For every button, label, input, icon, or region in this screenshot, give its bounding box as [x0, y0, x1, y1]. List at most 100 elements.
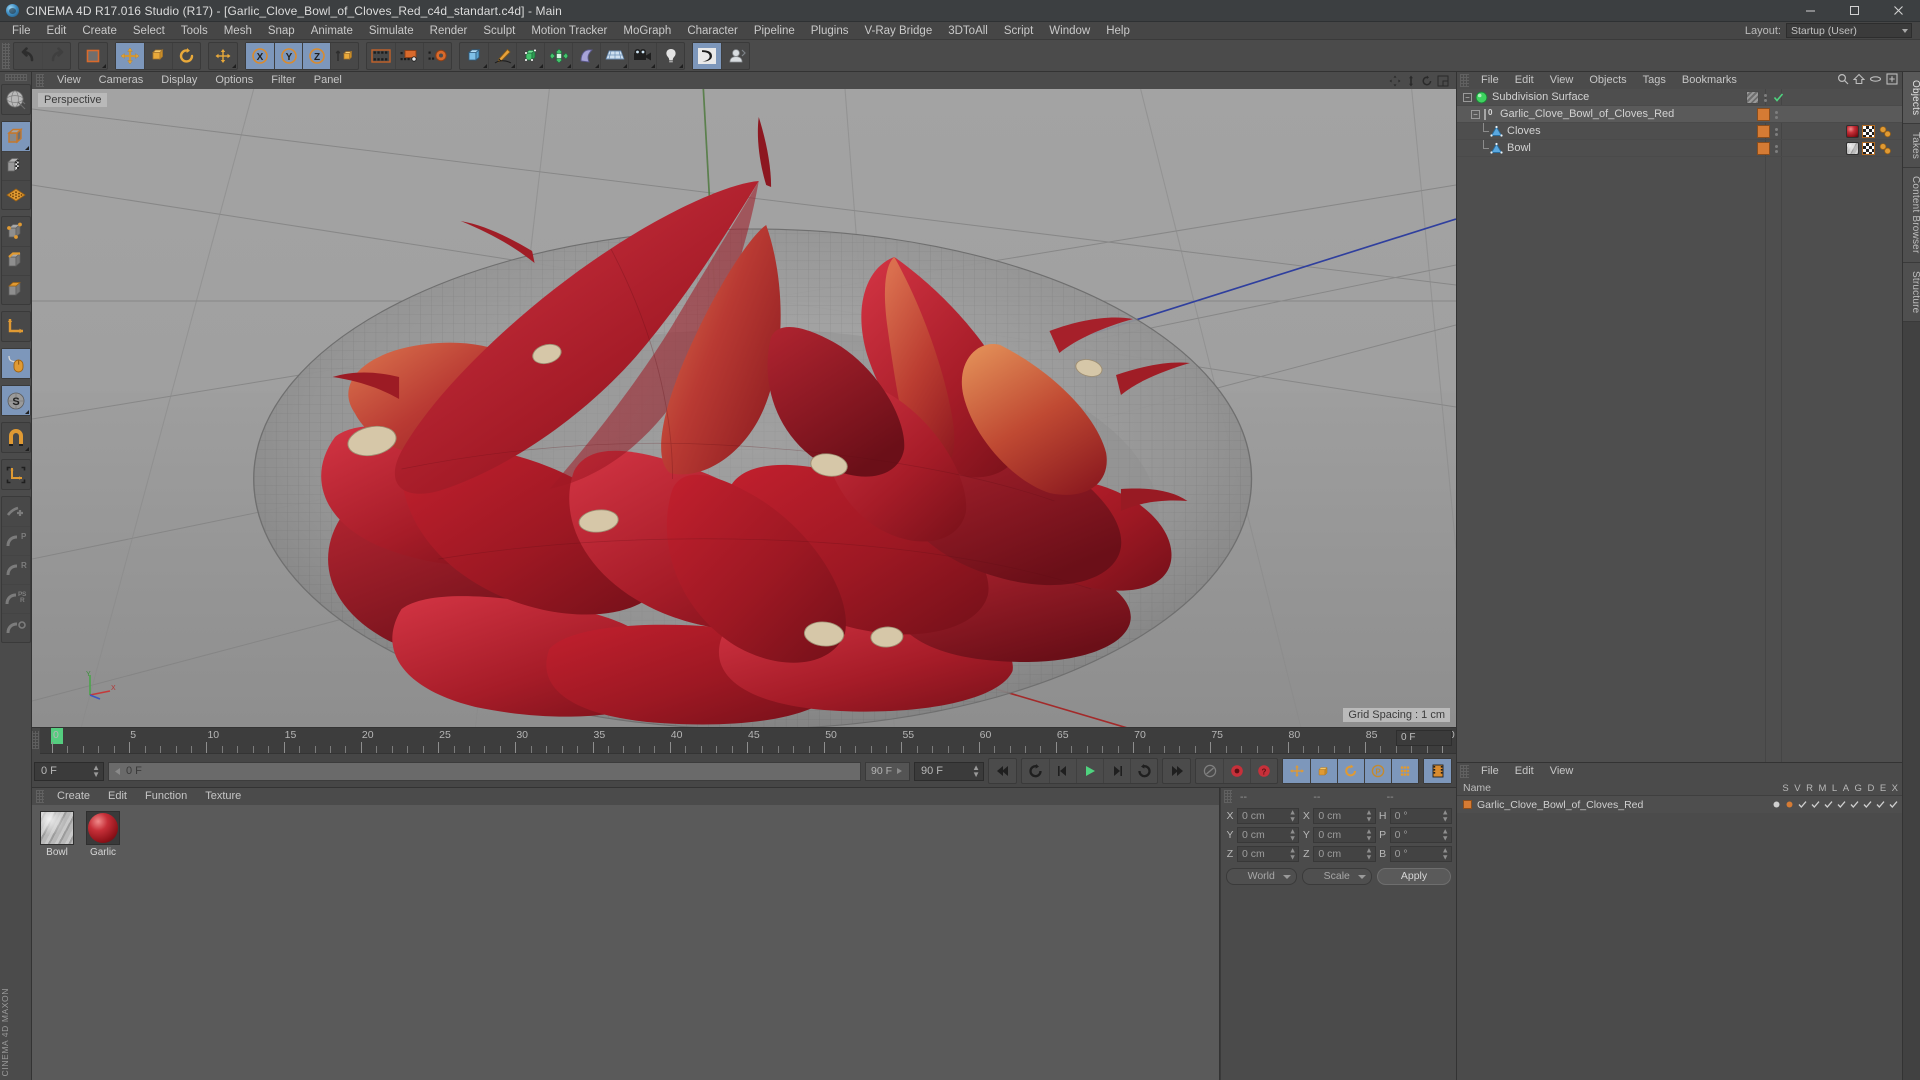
- material-item-garlic[interactable]: Garlic: [84, 811, 122, 1074]
- spinner-arrows-icon[interactable]: ▲ ▼: [1442, 846, 1449, 861]
- xpresso-check-icon[interactable]: [1889, 800, 1898, 809]
- spinner-arrows-icon[interactable]: ▲ ▼: [1289, 808, 1296, 823]
- object-menu-view[interactable]: View: [1542, 72, 1582, 89]
- flag-m[interactable]: M: [1818, 783, 1826, 794]
- rotation-h-field[interactable]: 0 ° ▲ ▼: [1389, 808, 1452, 824]
- current-frame-field[interactable]: 0 F ▲ ▼: [34, 761, 104, 781]
- object-tree[interactable]: − Subdivision Surface − 0 Garlic_Clove_B…: [1457, 89, 1902, 762]
- add-camera-button[interactable]: [628, 42, 656, 69]
- new-layer-icon[interactable]: [1886, 73, 1898, 88]
- manager-check-icon[interactable]: [1811, 800, 1820, 809]
- layer-manager-grip[interactable]: [1460, 765, 1469, 778]
- move-alt-button[interactable]: [209, 43, 237, 69]
- viewport-menu-cameras[interactable]: Cameras: [90, 72, 153, 89]
- rotation-b-field[interactable]: 0 ° ▲ ▼: [1389, 846, 1452, 862]
- menu-script[interactable]: Script: [996, 22, 1041, 40]
- uvw-tag-icon[interactable]: [1862, 125, 1875, 138]
- pla-key-button[interactable]: [1391, 759, 1418, 783]
- object-menu-file[interactable]: File: [1473, 72, 1507, 89]
- material-item-bowl[interactable]: Bowl: [38, 811, 76, 1074]
- lock-y-button[interactable]: Y: [274, 42, 302, 69]
- viewport-menu-grip[interactable]: [36, 74, 44, 87]
- check-icon[interactable]: [1773, 92, 1784, 103]
- maximize-view-icon[interactable]: [1436, 74, 1450, 88]
- material-menu-create[interactable]: Create: [48, 788, 99, 805]
- make-editable-button[interactable]: [2, 85, 30, 114]
- lock-psr-button[interactable]: PSR: [1, 584, 30, 613]
- viewport-menu-display[interactable]: Display: [152, 72, 206, 89]
- no-layer-tag-icon[interactable]: [1746, 91, 1759, 104]
- material-menu-texture[interactable]: Texture: [196, 788, 250, 805]
- object-row-garlic-clove-bowl[interactable]: − 0 Garlic_Clove_Bowl_of_Cloves_Red: [1457, 106, 1902, 123]
- move-tool-button[interactable]: [116, 42, 144, 69]
- add-cube-button[interactable]: [460, 43, 488, 69]
- flag-g[interactable]: G: [1855, 783, 1862, 794]
- material-manager-grip[interactable]: [36, 790, 44, 803]
- rotation-key-button[interactable]: [1337, 759, 1364, 783]
- enable-axis-button[interactable]: [2, 312, 30, 341]
- flag-d[interactable]: D: [1867, 783, 1874, 794]
- record-keyframe-button[interactable]: [1223, 759, 1250, 783]
- spinner-arrows-icon[interactable]: ▲ ▼: [1289, 827, 1296, 842]
- render-region-button[interactable]: [395, 42, 423, 69]
- scale-key-button[interactable]: [1310, 759, 1337, 783]
- spinner-arrows-icon[interactable]: ▲ ▼: [1289, 846, 1296, 861]
- expand-collapse-icon[interactable]: −: [1471, 109, 1480, 119]
- home-icon[interactable]: [1852, 73, 1866, 88]
- expression-check-icon[interactable]: [1876, 800, 1885, 809]
- red-material-tag-icon[interactable]: [1846, 125, 1859, 138]
- redo-button[interactable]: [42, 42, 70, 69]
- coordinates-grip[interactable]: [1224, 790, 1232, 803]
- pan-icon[interactable]: [1388, 74, 1402, 88]
- add-generator-button[interactable]: [516, 42, 544, 69]
- model-mode-button[interactable]: [1, 122, 30, 151]
- menu-animate[interactable]: Animate: [303, 22, 361, 40]
- layer-row[interactable]: Garlic_Clove_Bowl_of_Cloves_Red: [1457, 796, 1902, 813]
- edges-mode-button[interactable]: [1, 246, 30, 275]
- next-key-button[interactable]: [1130, 759, 1157, 783]
- spinner-arrows-icon[interactable]: ▲ ▼: [1442, 827, 1449, 842]
- size-x-field[interactable]: 0 cm ▲ ▼: [1313, 808, 1376, 824]
- layer-swatch-tag-icon[interactable]: [1757, 125, 1770, 138]
- menu-plugins[interactable]: Plugins: [803, 22, 857, 40]
- add-deformer-button[interactable]: [544, 42, 572, 69]
- parameter-key-button[interactable]: P: [1364, 759, 1391, 783]
- render-settings-button[interactable]: [423, 42, 451, 69]
- marble-material-tag-icon[interactable]: [1846, 142, 1859, 155]
- menu-sculpt[interactable]: Sculpt: [475, 22, 523, 40]
- points-mode-button[interactable]: [2, 217, 30, 246]
- animation-check-icon[interactable]: [1837, 800, 1846, 809]
- flag-l[interactable]: L: [1832, 783, 1837, 794]
- deformer-check-icon[interactable]: [1863, 800, 1872, 809]
- viewport-menu-filter[interactable]: Filter: [262, 72, 304, 89]
- tab-objects[interactable]: Objects: [1903, 72, 1920, 125]
- tab-takes[interactable]: Takes: [1903, 124, 1920, 169]
- add-light-button[interactable]: [656, 42, 684, 69]
- position-key-button[interactable]: [1283, 759, 1310, 783]
- object-manager-grip[interactable]: [1460, 74, 1469, 87]
- position-x-field[interactable]: 0 cm ▲ ▼: [1237, 808, 1300, 824]
- workplane-lock-button[interactable]: [2, 460, 30, 489]
- viewport-menu-view[interactable]: View: [48, 72, 90, 89]
- position-z-field[interactable]: 0 cm ▲ ▼: [1237, 846, 1300, 862]
- record-active-objects-button[interactable]: ?: [1250, 759, 1277, 783]
- timeline-filmstrip-button[interactable]: [1424, 759, 1451, 783]
- material-menu-function[interactable]: Function: [136, 788, 196, 805]
- layer-swatch-tag-icon[interactable]: [1757, 142, 1770, 155]
- flag-x[interactable]: X: [1892, 783, 1898, 794]
- visibility-dots[interactable]: [1773, 125, 1780, 138]
- menu-select[interactable]: Select: [125, 22, 173, 40]
- layer-swatch-tag-icon[interactable]: [1757, 108, 1770, 121]
- viewport-menu-options[interactable]: Options: [206, 72, 262, 89]
- layer-color-swatch[interactable]: [1463, 800, 1472, 809]
- menu-vray-bridge[interactable]: V-Ray Bridge: [856, 22, 940, 40]
- autokey-button[interactable]: [1196, 759, 1223, 783]
- workplane-button[interactable]: [1, 180, 30, 209]
- object-menu-bookmarks[interactable]: Bookmarks: [1674, 72, 1745, 89]
- generator-check-icon[interactable]: [1850, 800, 1859, 809]
- spinner-arrows-icon[interactable]: ▲ ▼: [972, 764, 980, 779]
- zoom-icon[interactable]: [1404, 74, 1418, 88]
- viewport-3d[interactable]: Perspective Grid Spacing : 1 cm Y X: [32, 89, 1456, 727]
- object-menu-edit[interactable]: Edit: [1507, 72, 1542, 89]
- rotate-icon[interactable]: [1420, 74, 1434, 88]
